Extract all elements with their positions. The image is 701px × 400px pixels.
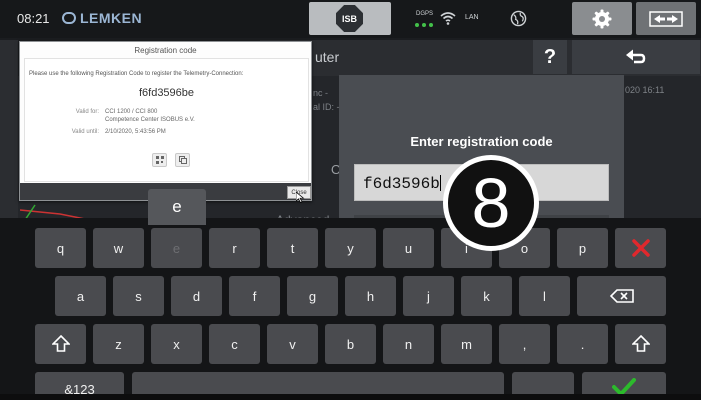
background-title: uter xyxy=(315,49,340,65)
valid-for-value: Competence Center ISOBUS e.V. xyxy=(105,117,195,123)
key-x[interactable]: x xyxy=(151,324,202,364)
key-j[interactable]: j xyxy=(403,276,454,316)
brand-logo: LEMKEN xyxy=(62,10,142,26)
key-f[interactable]: f xyxy=(229,276,280,316)
return-arrow-icon xyxy=(626,49,646,64)
background-sidebar xyxy=(0,40,18,225)
registration-code-dialog: Registration code Please use the followi… xyxy=(19,41,312,203)
valid-until-value: 2/10/2020, 5:43:56 PM xyxy=(105,129,166,135)
backspace-key[interactable] xyxy=(577,276,666,316)
background-text: nc - xyxy=(313,88,329,98)
key-l[interactable]: l xyxy=(519,276,570,316)
key-comma[interactable]: , xyxy=(499,324,550,364)
dialog-title: Registration code xyxy=(134,46,197,55)
video-overlay-strip xyxy=(0,394,701,400)
key-z[interactable]: z xyxy=(93,324,144,364)
isb-button[interactable]: ISB xyxy=(309,2,391,35)
key-b[interactable]: b xyxy=(325,324,376,364)
code-entry-label: Enter registration code xyxy=(410,134,553,149)
key-h[interactable]: h xyxy=(345,276,396,316)
key-d[interactable]: d xyxy=(171,276,222,316)
code-input-value: f6d3596b xyxy=(363,175,440,193)
key-w[interactable]: w xyxy=(93,228,144,268)
key-period[interactable]: . xyxy=(557,324,608,364)
shift-key-left[interactable] xyxy=(35,324,86,364)
shift-arrow-icon xyxy=(51,335,70,352)
registration-code: f6fd3596be xyxy=(138,87,195,99)
qr-code-icon xyxy=(155,156,164,164)
valid-for-value: CCI 1200 / CCI 800 xyxy=(105,109,158,115)
background-text: al ID: - xyxy=(313,102,340,112)
settings-button[interactable] xyxy=(572,2,632,35)
backspace-icon xyxy=(609,289,634,303)
logo-mark-icon xyxy=(62,12,76,24)
mouse-cursor-icon xyxy=(296,192,305,203)
key-m[interactable]: m xyxy=(441,324,492,364)
back-button[interactable] xyxy=(572,40,700,74)
valid-for-label: Valid for: xyxy=(75,109,99,115)
key-r[interactable]: r xyxy=(209,228,260,268)
cancel-key[interactable] xyxy=(615,228,666,268)
logo-text: LEMKEN xyxy=(80,10,143,26)
dgps-label: DGPS xyxy=(416,11,434,17)
wifi-icon xyxy=(440,12,456,25)
key-n[interactable]: n xyxy=(383,324,434,364)
key-e[interactable]: e xyxy=(151,228,202,268)
key-preview-popup: e xyxy=(148,189,206,225)
key-s[interactable]: s xyxy=(113,276,164,316)
lan-label: LAN xyxy=(465,14,479,21)
background-graphic xyxy=(20,204,91,220)
key-p[interactable]: p xyxy=(557,228,608,268)
key-k[interactable]: k xyxy=(461,276,512,316)
valid-until-label: Valid until: xyxy=(71,129,99,135)
isb-stop-icon: ISB xyxy=(336,5,363,32)
step-number-badge: 8 xyxy=(443,155,539,251)
shift-arrow-icon xyxy=(631,335,650,352)
key-a[interactable]: a xyxy=(55,276,106,316)
clock: 08:21 xyxy=(17,11,50,26)
key-q[interactable]: q xyxy=(35,228,86,268)
dialog-content: Please use the following Registration Co… xyxy=(24,58,309,182)
help-button[interactable]: ? xyxy=(533,40,567,74)
gear-icon xyxy=(592,9,612,28)
swap-arrows-icon xyxy=(649,10,683,27)
key-u[interactable]: u xyxy=(383,228,434,268)
key-g[interactable]: g xyxy=(287,276,338,316)
key-v[interactable]: v xyxy=(267,324,318,364)
background-text: 020 16:11 xyxy=(625,85,665,95)
close-x-icon xyxy=(631,239,650,257)
globe-icon[interactable] xyxy=(510,10,527,27)
shift-key-right[interactable] xyxy=(615,324,666,364)
screen-switch-button[interactable] xyxy=(636,2,696,35)
qr-code-button[interactable] xyxy=(152,153,167,167)
text-caret xyxy=(439,175,441,191)
copy-icon xyxy=(178,156,187,164)
copy-button[interactable] xyxy=(175,153,190,167)
dgps-status-icon xyxy=(415,23,433,27)
key-t[interactable]: t xyxy=(267,228,318,268)
key-y[interactable]: y xyxy=(325,228,376,268)
key-c[interactable]: c xyxy=(209,324,260,364)
dialog-message: Please use the following Registration Co… xyxy=(29,71,244,77)
